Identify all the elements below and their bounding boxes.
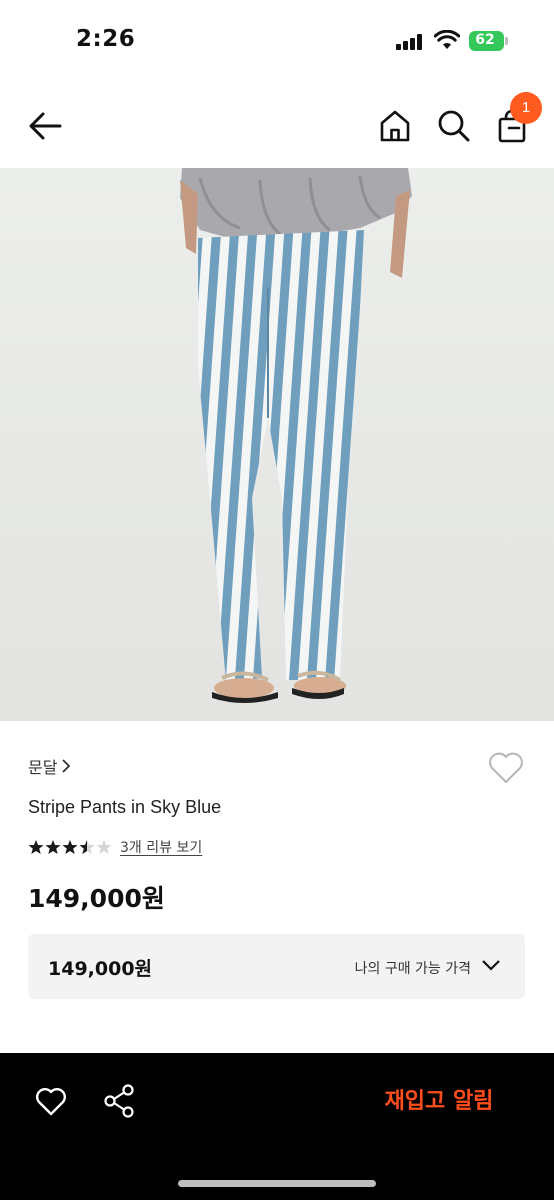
star-icon [79,840,95,854]
product-price: 149,000원 [28,884,165,913]
share-icon[interactable] [102,1083,136,1119]
product-photo[interactable] [0,168,554,721]
battery-level: 62 [475,32,495,48]
cart-count-badge: 1 [510,92,542,124]
home-indicator [178,1180,376,1187]
star-icon [62,840,78,854]
rating-stars [28,839,112,855]
home-icon[interactable] [378,108,412,144]
brand-link[interactable]: 문달 [28,754,71,778]
search-icon[interactable] [436,108,472,144]
restock-alert-button[interactable]: 재입고 알림 [364,1083,514,1121]
chevron-down-icon [482,960,500,971]
heart-icon[interactable] [34,1086,68,1118]
back-arrow-icon[interactable] [26,108,64,144]
chevron-right-icon [62,759,71,773]
brand-name: 문달 [28,758,58,777]
wifi-icon [434,30,460,49]
product-illustration [0,168,554,721]
top-nav [0,84,554,168]
heart-outline-icon[interactable] [486,750,526,786]
review-link[interactable]: 3개 리뷰 보기 [120,837,202,857]
bottom-action-bar: 재입고 알림 [0,1053,554,1200]
signal-icon [396,34,424,50]
star-icon [28,840,44,854]
my-price-label: 나의 구매 가능 가격 [354,961,471,977]
star-icon [45,840,61,854]
status-bar: 2:26 62 [0,0,554,84]
product-title: Stripe Pants in Sky Blue [28,797,222,817]
rating-row: 3개 리뷰 보기 [28,836,202,858]
status-time: 2:26 [76,26,136,52]
my-price-dropdown[interactable]: 149,000원 나의 구매 가능 가격 [28,934,525,999]
star-icon [96,840,112,854]
battery-icon: 62 [469,31,509,51]
my-price-value: 149,000원 [48,958,153,980]
